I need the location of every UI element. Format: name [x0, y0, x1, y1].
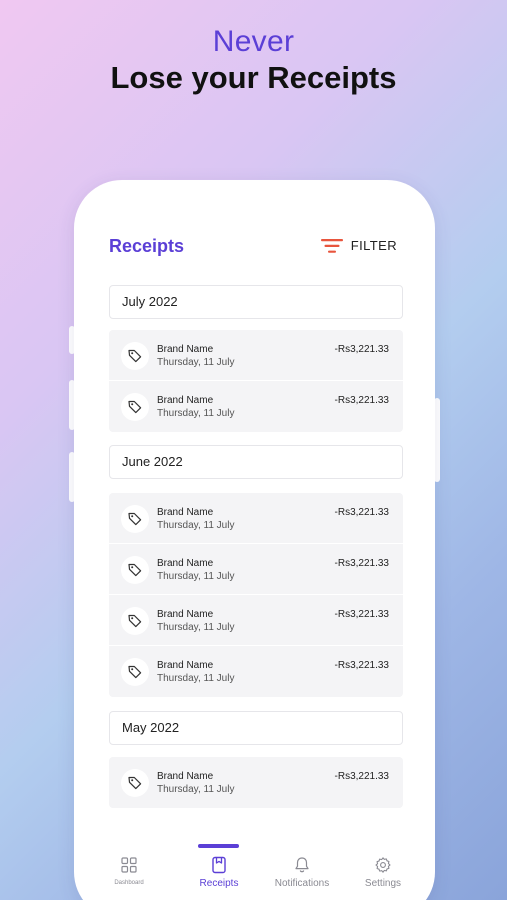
- receipt-row[interactable]: Brand Name Thursday, 11 July -Rs3,221.33: [109, 595, 403, 646]
- phone-frame: Receipts FILTER July 2022 Brand Name Thu…: [74, 180, 435, 900]
- active-tab-indicator: [198, 844, 239, 848]
- receipt-date: Thursday, 11 July: [157, 357, 235, 368]
- gear-icon: [375, 857, 391, 873]
- nav-item-dashboard[interactable]: Dashboard: [94, 856, 164, 886]
- receipt-brand: Brand Name: [157, 558, 214, 569]
- headline-line-2: Lose your Receipts: [110, 60, 397, 95]
- nav-label-dashboard: Dashboard: [114, 880, 144, 886]
- receipt-amount: -Rs3,221.33: [334, 344, 389, 355]
- filter-button[interactable]: FILTER: [320, 238, 397, 253]
- month-header: July 2022: [109, 285, 403, 319]
- receipt-row[interactable]: Brand Name Thursday, 11 July -Rs3,221.33: [109, 493, 403, 544]
- receipt-icon: [212, 856, 226, 874]
- receipt-row[interactable]: Brand Name Thursday, 11 July -Rs3,221.33: [109, 646, 403, 697]
- receipt-row[interactable]: Brand Name Thursday, 11 July -Rs3,221.33: [109, 381, 403, 432]
- headline-line-1: Never: [212, 25, 295, 58]
- receipt-amount: -Rs3,221.33: [334, 507, 389, 518]
- receipt-date: Thursday, 11 July: [157, 571, 235, 582]
- receipt-brand: Brand Name: [157, 344, 214, 355]
- receipt-brand: Brand Name: [157, 507, 214, 518]
- nav-item-settings[interactable]: Settings: [348, 856, 418, 889]
- grid-icon: [121, 857, 137, 873]
- month-header: June 2022: [109, 445, 403, 479]
- nav-label-settings: Settings: [364, 878, 402, 889]
- month-header: May 2022: [109, 711, 403, 745]
- page-title: Receipts: [109, 236, 185, 256]
- receipt-date: Thursday, 11 July: [157, 408, 235, 419]
- tag-icon: [121, 769, 149, 797]
- receipt-brand: Brand Name: [157, 660, 214, 671]
- receipt-amount: -Rs3,221.33: [334, 771, 389, 782]
- filter-label: FILTER: [350, 238, 397, 253]
- bottom-nav: Dashboard Receipts Notifications Setting…: [74, 840, 435, 900]
- nav-item-receipts[interactable]: Receipts: [184, 856, 254, 889]
- receipt-amount: -Rs3,221.33: [334, 395, 389, 406]
- receipt-amount: -Rs3,221.33: [334, 660, 389, 671]
- receipt-amount: -Rs3,221.33: [334, 609, 389, 620]
- receipt-date: Thursday, 11 July: [157, 673, 235, 684]
- receipt-amount: -Rs3,221.33: [334, 558, 389, 569]
- bell-icon: [295, 857, 309, 873]
- receipt-brand: Brand Name: [157, 609, 214, 620]
- receipt-row[interactable]: Brand Name Thursday, 11 July -Rs3,221.33: [109, 544, 403, 595]
- tag-icon: [121, 556, 149, 584]
- receipt-brand: Brand Name: [157, 395, 214, 406]
- nav-label-notifications: Notifications: [274, 878, 330, 889]
- receipt-group: Brand Name Thursday, 11 July -Rs3,221.33: [109, 757, 403, 808]
- receipt-date: Thursday, 11 July: [157, 622, 235, 633]
- nav-label-receipts: Receipts: [199, 878, 239, 889]
- receipt-group: Brand Name Thursday, 11 July -Rs3,221.33…: [109, 330, 403, 432]
- receipt-row[interactable]: Brand Name Thursday, 11 July -Rs3,221.33: [109, 330, 403, 381]
- tag-icon: [121, 658, 149, 686]
- app-screen: Receipts FILTER July 2022 Brand Name Thu…: [74, 180, 435, 900]
- tag-icon: [121, 393, 149, 421]
- tag-icon: [121, 342, 149, 370]
- receipt-date: Thursday, 11 July: [157, 520, 235, 531]
- filter-icon: [320, 238, 343, 253]
- headline: Never Lose your Receipts: [0, 24, 507, 96]
- receipt-date: Thursday, 11 July: [157, 784, 235, 795]
- receipt-group: Brand Name Thursday, 11 July -Rs3,221.33…: [109, 493, 403, 697]
- receipt-brand: Brand Name: [157, 771, 214, 782]
- tag-icon: [121, 607, 149, 635]
- nav-item-notifications[interactable]: Notifications: [267, 856, 337, 889]
- tag-icon: [121, 505, 149, 533]
- receipt-row[interactable]: Brand Name Thursday, 11 July -Rs3,221.33: [109, 757, 403, 808]
